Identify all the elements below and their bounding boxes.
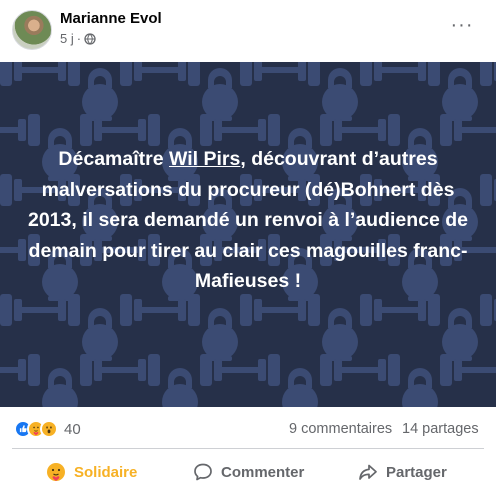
kettlebell-icon [202, 68, 238, 121]
kettlebell-icon [162, 368, 198, 407]
dumbbell-icon [0, 62, 80, 86]
kettlebell-icon [402, 368, 438, 407]
post-text: Décamaître Wil Pirs, découvrant d’autres… [20, 144, 476, 297]
dumbbell-icon [120, 62, 200, 86]
dumbbell-icon [480, 294, 496, 326]
dumbbell-icon [0, 294, 80, 326]
kettlebell-icon [282, 368, 318, 407]
kettlebell-icon [442, 308, 478, 361]
post-image[interactable]: Décamaître Wil Pirs, découvrant d’autres… [0, 62, 496, 407]
post-stats: 40 9 commentaires 14 partages [0, 410, 496, 450]
comments-count[interactable]: 9 commentaires [289, 421, 392, 437]
comment-button[interactable]: Commenter [193, 456, 304, 488]
comment-icon [194, 463, 212, 481]
kettlebell-icon [442, 68, 478, 121]
wow-icon [40, 420, 58, 438]
share-icon [359, 464, 377, 480]
dumbbell-icon [360, 62, 440, 86]
dumbbell-icon [0, 114, 40, 146]
dumbbell-icon [320, 114, 400, 146]
dumbbell-icon [200, 114, 280, 146]
solidaire-button[interactable]: Solidaire [46, 456, 137, 488]
more-options-button[interactable]: ··· [446, 14, 478, 42]
dumbbell-icon [200, 354, 280, 386]
mention-link[interactable]: Wil Pirs [169, 148, 240, 170]
dumbbell-icon [80, 354, 160, 386]
kettlebell-icon [82, 68, 118, 121]
dumbbell-icon [480, 62, 496, 86]
care-icon [47, 463, 65, 481]
author-name[interactable]: Marianne Evol [60, 10, 162, 27]
avatar[interactable] [12, 10, 52, 50]
dumbbell-icon [0, 354, 40, 386]
kettlebell-icon [82, 308, 118, 361]
solidaire-label: Solidaire [74, 463, 138, 481]
post-meta: 5 j · [60, 31, 96, 46]
kettlebell-icon [42, 368, 78, 407]
shares-count[interactable]: 14 partages [402, 421, 479, 437]
dumbbell-icon [480, 174, 496, 206]
meta-separator: · [76, 31, 82, 46]
action-bar: Solidaire Commenter Partager [0, 450, 496, 494]
dumbbell-icon [120, 294, 200, 326]
post-header: Marianne Evol 5 j · ··· [0, 0, 496, 62]
share-label: Partager [386, 463, 447, 481]
globe-icon [84, 32, 96, 45]
share-button[interactable]: Partager [358, 456, 447, 488]
kettlebell-icon [202, 308, 238, 361]
dumbbell-icon [240, 294, 320, 326]
post-text-before: Décamaître [58, 148, 169, 170]
dumbbell-icon [80, 114, 160, 146]
dumbbell-icon [240, 62, 320, 86]
kettlebell-icon [322, 308, 358, 361]
dumbbell-icon [320, 354, 400, 386]
post-time[interactable]: 5 j [60, 31, 74, 46]
dumbbell-icon [360, 294, 440, 326]
reactions-summary[interactable]: 40 [14, 420, 81, 438]
kettlebell-icon [322, 68, 358, 121]
reaction-count[interactable]: 40 [64, 421, 81, 438]
divider [12, 448, 484, 449]
comment-label: Commenter [221, 463, 305, 481]
